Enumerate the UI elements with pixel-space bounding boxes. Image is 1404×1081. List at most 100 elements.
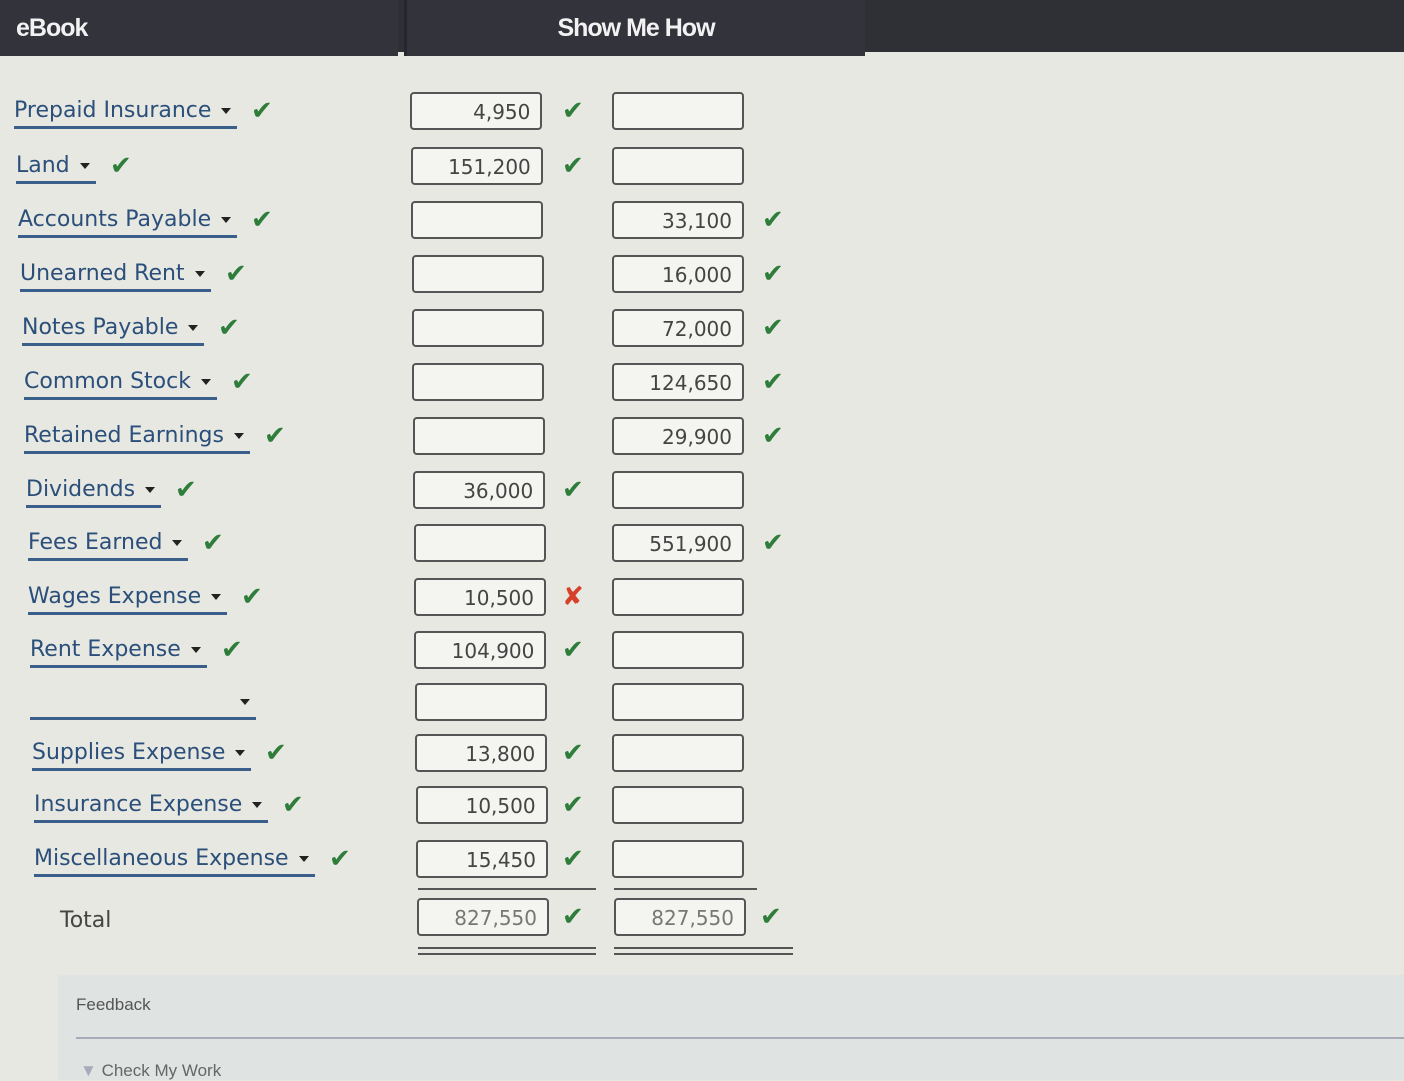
debit-input[interactable]: 15,450 <box>416 840 548 878</box>
tab-ebook[interactable]: eBook <box>0 0 398 56</box>
account-select[interactable]: Supplies Expense <box>32 740 252 771</box>
triangle-down-icon: ▼ <box>80 1061 97 1080</box>
table-row: Insurance Expense 10,500 ✔ ✔ <box>0 786 900 830</box>
debit-input[interactable]: 104,900 <box>414 631 547 669</box>
credit-input[interactable] <box>612 631 744 669</box>
check-mark-icon: ✔ <box>760 902 782 932</box>
account-select-value: Notes Payable <box>22 315 179 340</box>
check-mark-icon: ✔ <box>251 205 273 235</box>
chevron-down-icon <box>79 163 90 169</box>
credit-input[interactable] <box>612 683 744 721</box>
check-mark-icon: ✔ <box>562 96 584 126</box>
debit-input[interactable]: 36,000 <box>413 471 546 509</box>
account-select-value: Unearned Rent <box>20 261 185 286</box>
credit-input[interactable]: 124,650 <box>612 363 744 401</box>
check-mark-icon: ✔ <box>265 738 287 768</box>
check-mark-icon: ✔ <box>562 902 584 932</box>
debit-input[interactable] <box>411 201 544 239</box>
account-select[interactable]: Unearned Rent <box>20 261 211 292</box>
check-mark-icon: ✔ <box>562 790 584 820</box>
table-row: Prepaid Insurance 4,950 ✔ ✔ <box>0 92 900 136</box>
credit-input[interactable]: 551,900 <box>612 524 744 562</box>
chevron-down-icon <box>211 594 222 600</box>
check-mark-icon: ✔ <box>225 259 247 289</box>
check-mark-icon: ✔ <box>762 313 784 343</box>
account-select[interactable]: Fees Earned <box>28 530 189 561</box>
chevron-down-icon <box>298 856 309 862</box>
account-select[interactable]: Dividends <box>26 477 162 508</box>
credit-input[interactable]: 16,000 <box>612 255 744 293</box>
account-select[interactable]: Retained Earnings <box>24 423 250 454</box>
check-mark-icon: ✔ <box>762 367 784 397</box>
debit-input[interactable]: 10,500 <box>415 786 548 824</box>
table-row: Accounts Payable 33,100 ✔ ✔ <box>0 201 900 245</box>
account-select[interactable]: Prepaid Insurance <box>14 98 238 129</box>
chevron-down-icon <box>172 540 183 546</box>
account-select-value: Prepaid Insurance <box>14 98 212 123</box>
check-my-work-toggle[interactable]: ▼ Check My Work <box>80 1061 221 1081</box>
check-mark-icon: ✔ <box>762 421 784 451</box>
debit-input[interactable]: 151,200 <box>410 147 543 185</box>
debit-input[interactable] <box>414 683 547 721</box>
total-credit-field: 827,550 <box>614 898 746 936</box>
account-select-value: Land <box>16 153 70 178</box>
debit-input[interactable]: 10,500 <box>414 578 546 616</box>
tab-show-me-how[interactable]: Show Me How <box>404 0 865 56</box>
chevron-down-icon <box>200 379 211 385</box>
feedback-panel: Feedback ▼ Check My Work <box>58 975 1404 1080</box>
check-mark-icon: ✔ <box>562 475 584 505</box>
credit-input[interactable]: 33,100 <box>612 201 744 239</box>
check-mark-icon: ✔ <box>231 367 253 397</box>
credit-input[interactable] <box>612 840 744 878</box>
total-row: 827,550 ✔ 827,550 ✔ <box>0 898 900 942</box>
check-mark-icon: ✔ <box>282 790 304 820</box>
account-select[interactable]: Land <box>16 153 96 184</box>
credit-input[interactable]: 29,900 <box>612 417 744 455</box>
account-select-value: Wages Expense <box>28 584 202 609</box>
credit-input[interactable] <box>612 786 744 824</box>
check-mark-icon: ✔ <box>762 528 784 558</box>
account-select[interactable]: Accounts Payable <box>18 207 238 238</box>
debit-input[interactable]: 4,950 <box>410 92 543 130</box>
account-select-value: Supplies Expense <box>32 740 226 765</box>
check-mark-icon: ✔ <box>202 528 224 558</box>
credit-input[interactable] <box>612 471 744 509</box>
check-mark-icon: ✔ <box>562 738 584 768</box>
account-select[interactable]: Miscellaneous Expense <box>34 846 315 877</box>
account-select[interactable]: Insurance Expense <box>34 792 269 823</box>
chevron-down-icon <box>188 325 199 331</box>
check-my-work-label: Check My Work <box>101 1061 222 1080</box>
account-select-value: Miscellaneous Expense <box>34 846 289 871</box>
table-row: Wages Expense 10,500 ✘ ✔ <box>0 578 900 622</box>
debit-input[interactable] <box>412 363 545 401</box>
check-mark-icon: ✔ <box>264 421 286 451</box>
chevron-down-icon <box>240 699 250 705</box>
account-select[interactable] <box>30 689 256 720</box>
check-mark-icon: ✔ <box>329 844 351 874</box>
account-select[interactable]: Rent Expense <box>30 637 207 668</box>
debit-input[interactable] <box>411 255 544 293</box>
credit-input[interactable] <box>612 578 744 616</box>
debit-input[interactable] <box>413 524 546 562</box>
table-row: Dividends 36,000 ✔ ✔ <box>0 471 900 515</box>
check-mark-icon: ✔ <box>762 205 784 235</box>
table-row <box>0 683 900 727</box>
table-row: Unearned Rent 16,000 ✔ ✔ <box>0 255 900 299</box>
x-mark-icon: ✘ <box>562 582 584 612</box>
credit-input[interactable] <box>612 734 744 772</box>
debit-input[interactable] <box>412 417 545 455</box>
account-select[interactable]: Common Stock <box>24 369 217 400</box>
account-select[interactable]: Wages Expense <box>28 584 228 615</box>
table-row: Land 151,200 ✔ ✔ <box>0 147 900 191</box>
total-debit-field: 827,550 <box>417 898 549 936</box>
credit-input[interactable] <box>612 147 744 185</box>
debit-input[interactable]: 13,800 <box>415 734 548 772</box>
credit-input[interactable] <box>612 92 744 130</box>
top-bar: eBook Show Me How <box>0 0 1404 56</box>
credit-input[interactable]: 72,000 <box>612 309 744 347</box>
account-select[interactable]: Notes Payable <box>22 315 205 346</box>
table-row: Retained Earnings 29,900 ✔ ✔ <box>0 417 900 461</box>
debit-input[interactable] <box>412 309 544 347</box>
check-mark-icon: ✔ <box>241 582 263 612</box>
check-mark-icon: ✔ <box>218 313 240 343</box>
